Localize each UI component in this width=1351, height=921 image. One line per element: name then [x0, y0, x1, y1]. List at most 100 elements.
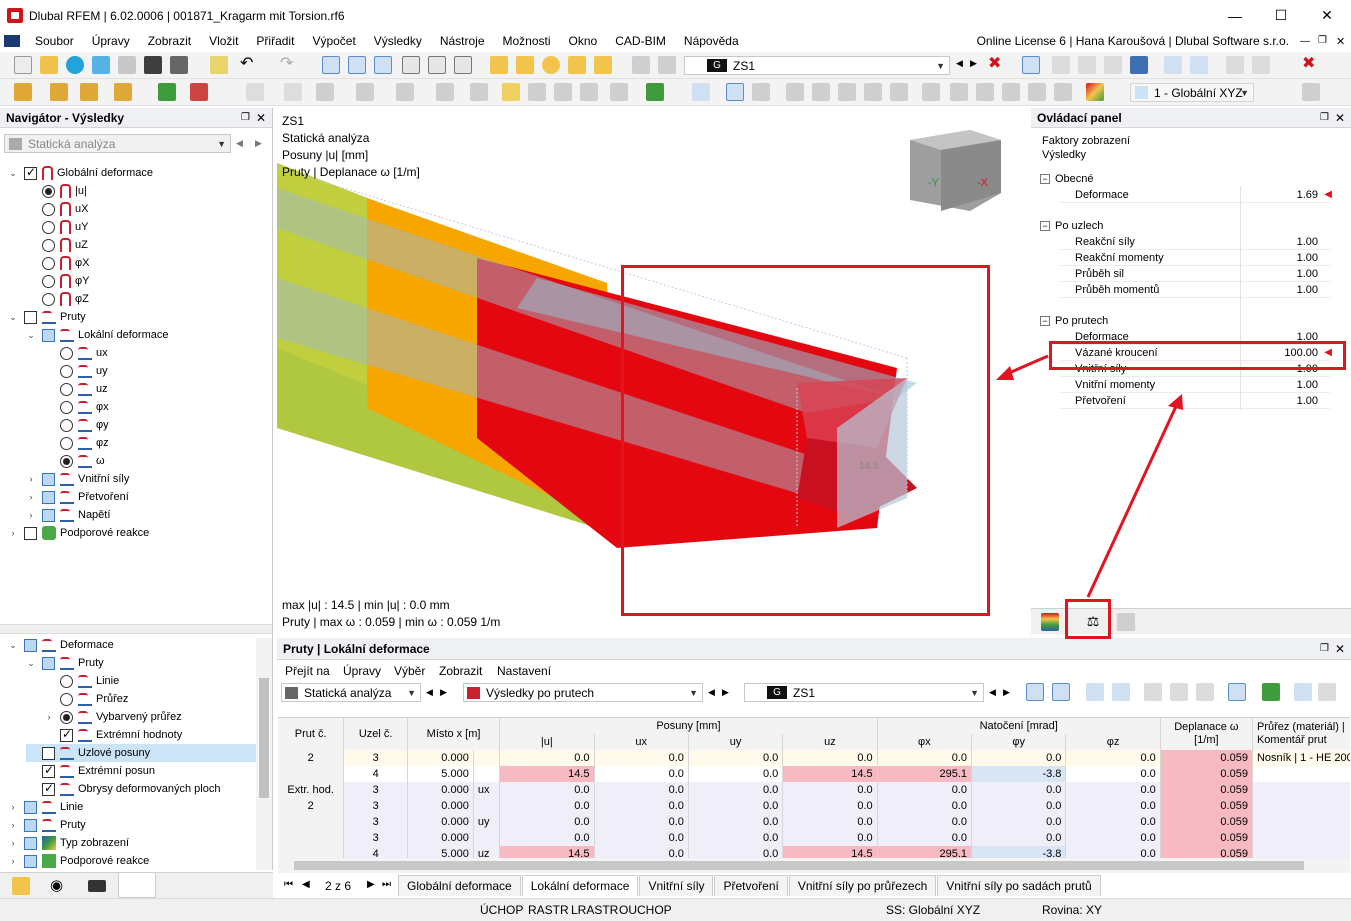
chevron-down-icon[interactable]: ⌄: [8, 168, 18, 179]
cell-py[interactable]: 0.0: [971, 782, 1067, 798]
menu-priradit[interactable]: Přiřadit: [247, 31, 303, 51]
cell-uz[interactable]: 0.0: [782, 814, 878, 830]
cell-t[interactable]: uy: [473, 814, 501, 830]
color-scale-icon[interactable]: [1086, 83, 1104, 101]
radio-button[interactable]: [42, 238, 55, 252]
view-4-icon[interactable]: [1002, 83, 1020, 101]
cell-uy[interactable]: 0.0: [688, 782, 784, 798]
section-icon[interactable]: [1226, 56, 1244, 74]
select-5-icon[interactable]: [610, 83, 628, 101]
print-preview-icon[interactable]: [118, 56, 136, 74]
factor-row-reakcni-momenty[interactable]: Reakční momenty 1.00: [1060, 250, 1330, 266]
cell-ux[interactable]: 0.0: [594, 846, 689, 858]
cell-sec[interactable]: [1252, 814, 1350, 830]
cell-uz[interactable]: 0.0: [782, 798, 878, 814]
sync-2-icon[interactable]: [1052, 683, 1070, 701]
filter-icon[interactable]: [692, 83, 710, 101]
menu-vysledky[interactable]: Výsledky: [365, 31, 431, 51]
checkbox[interactable]: [24, 818, 37, 832]
results-down-icon[interactable]: [658, 56, 676, 74]
cell-x[interactable]: 0.000: [407, 782, 474, 798]
cell-t[interactable]: uz: [473, 846, 501, 858]
next-icon[interactable]: ▶: [255, 138, 262, 149]
factor-value[interactable]: 1.00: [1297, 250, 1318, 266]
data-tab-icon[interactable]: [12, 877, 30, 895]
status-lrastr[interactable]: LRASTR: [571, 903, 618, 917]
tree-item-deformace[interactable]: ⌄ Deformace: [8, 636, 114, 654]
deform-icon[interactable]: [786, 83, 804, 101]
menu-upravy[interactable]: Úpravy: [83, 31, 139, 51]
tree-item-pretvoreni[interactable]: › Přetvoření: [26, 488, 129, 506]
chevron-right-icon[interactable]: ›: [26, 474, 36, 484]
radio-button[interactable]: [42, 274, 55, 288]
table-analysis-select[interactable]: Statická analýza ▼: [281, 683, 421, 702]
scrollbar-thumb[interactable]: [259, 678, 269, 798]
table-row[interactable]: 3 0.000 uy 0.0 0.0 0.0 0.0 0.0 0.0 0.0 0.059: [278, 814, 1350, 830]
table-row[interactable]: Extr. hod. 3 0.000 ux 0.0 0.0 0.0 0.0 0.0 0.0 0.0 0…: [278, 782, 1350, 798]
cell-w[interactable]: 0.059: [1160, 846, 1253, 858]
cell-px[interactable]: 0.0: [877, 798, 973, 814]
cell-t[interactable]: ux: [473, 782, 501, 798]
collapse-icon[interactable]: −: [1040, 174, 1050, 184]
new-file-icon[interactable]: [14, 56, 32, 74]
tree-item-uz[interactable]: uZ: [26, 236, 88, 254]
cell-py[interactable]: 0.0: [971, 830, 1067, 846]
radio-button[interactable]: [60, 382, 73, 396]
menu-zobrazit[interactable]: Zobrazit: [139, 31, 200, 51]
save-icon[interactable]: [144, 56, 162, 74]
cell-u[interactable]: 0.0: [499, 798, 595, 814]
chevron-right-icon[interactable]: ›: [8, 802, 18, 812]
cell-uy[interactable]: 0.0: [688, 750, 784, 766]
cell-pz[interactable]: 0.0: [1065, 814, 1161, 830]
cell-pz[interactable]: 0.0: [1065, 782, 1161, 798]
member-icon[interactable]: [1086, 683, 1104, 701]
select-icon[interactable]: [502, 83, 520, 101]
checkbox[interactable]: [42, 656, 55, 670]
cell-u[interactable]: 0.0: [499, 782, 595, 798]
prev-icon[interactable]: ◀: [989, 687, 996, 698]
rotate-icon[interactable]: [356, 83, 374, 101]
col-uz[interactable]: uz: [782, 734, 878, 750]
video-tab-icon[interactable]: [88, 880, 106, 892]
table-row[interactable]: 4 5.000 uz 14.5 0.0 0.0 14.5 295.1 -3.8 0.0 0.059: [278, 846, 1350, 858]
view-6-icon[interactable]: [1054, 83, 1072, 101]
tree-item-uz[interactable]: uz: [44, 380, 108, 398]
results-off-icon[interactable]: ✖: [988, 56, 1006, 74]
xx-icon[interactable]: [284, 83, 302, 101]
line-icon[interactable]: [890, 83, 908, 101]
view-5-icon[interactable]: [1028, 83, 1046, 101]
chevron-down-icon[interactable]: ⌄: [8, 312, 18, 323]
tree-item-extremni-posun[interactable]: Extrémní posun: [26, 762, 155, 780]
tree-item-uy[interactable]: uy: [44, 362, 108, 380]
cell-sec[interactable]: [1252, 798, 1350, 814]
factor-value[interactable]: 1.00: [1297, 234, 1318, 250]
tab-vnitrni-sily-po-prurezech[interactable]: Vnitřní síly po průřezech: [788, 875, 937, 896]
checkbox[interactable]: [42, 763, 55, 778]
table-menu-vyber[interactable]: Výběr: [394, 664, 425, 678]
tree-item-typ-zobrazeni[interactable]: › Typ zobrazení: [8, 834, 129, 852]
last-page-icon[interactable]: ⏭: [382, 879, 391, 890]
tab-lokalni-deformace[interactable]: Lokální deformace: [521, 875, 639, 896]
model-icon[interactable]: [92, 56, 110, 74]
print-icon[interactable]: [170, 56, 188, 74]
cell-w[interactable]: 0.059: [1160, 830, 1253, 846]
checkbox[interactable]: [42, 746, 55, 760]
cell-uz[interactable]: 0.0: [782, 830, 878, 846]
cell-w[interactable]: 0.059: [1160, 814, 1253, 830]
values-3-icon[interactable]: [1104, 56, 1122, 74]
cell-py[interactable]: -3.8: [971, 846, 1067, 858]
radio-button[interactable]: [60, 674, 73, 688]
radio-button[interactable]: [42, 292, 55, 306]
cell-prut[interactable]: Extr. hod.: [278, 782, 345, 798]
cell-sec[interactable]: [1252, 846, 1350, 858]
checkbox[interactable]: [42, 328, 55, 342]
line-tool-icon[interactable]: [490, 56, 508, 74]
cloud-icon[interactable]: [66, 56, 84, 74]
view-settings-icon[interactable]: [1302, 83, 1320, 101]
horizontal-scrollbar[interactable]: [278, 858, 1350, 873]
radio-button[interactable]: [42, 184, 55, 198]
cell-w[interactable]: 0.059: [1160, 798, 1253, 814]
tree-item-lokalni-deformace[interactable]: ⌄ Lokální deformace: [26, 326, 169, 344]
radio-button[interactable]: [42, 256, 55, 270]
view-cube[interactable]: -Y -X: [910, 130, 1001, 211]
